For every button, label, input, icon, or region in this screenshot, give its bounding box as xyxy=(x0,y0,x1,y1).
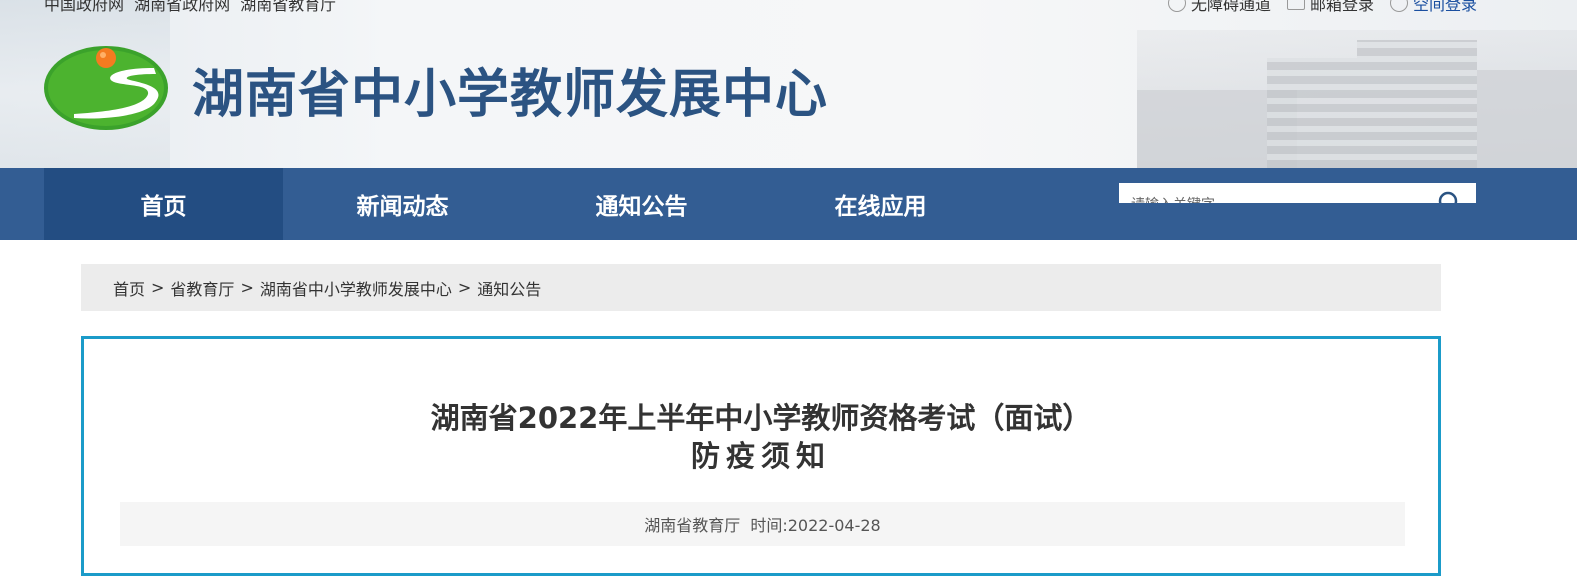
search-input[interactable] xyxy=(1119,185,1419,203)
breadcrumb-separator: > xyxy=(240,278,254,297)
header-banner: 中国政府网 湖南省政府网 湖南省教育厅 无障碍通道 邮箱登录 空间登录 湖南省中… xyxy=(0,0,1577,168)
gov-link[interactable]: 湖南省政府网 xyxy=(134,0,230,14)
gov-link[interactable]: 湖南省教育厅 xyxy=(240,0,336,14)
mail-login-label: 邮箱登录 xyxy=(1309,0,1374,14)
nav-item-notices[interactable]: 通知公告 xyxy=(522,168,761,240)
space-login-label: 空间登录 xyxy=(1412,0,1477,14)
mail-icon xyxy=(1286,0,1305,10)
breadcrumb-center[interactable]: 湖南省中小学教师发展中心 xyxy=(260,276,452,300)
article-title: 湖南省2022年上半年中小学教师资格考试（面试） 防疫须知 xyxy=(84,399,1438,475)
article-source: 湖南省教育厅 xyxy=(644,516,741,535)
nav-item-home[interactable]: 首页 xyxy=(44,168,283,240)
utility-links: 无障碍通道 邮箱登录 空间登录 xyxy=(1167,0,1477,15)
eye-icon xyxy=(1167,0,1186,12)
nav-item-news[interactable]: 新闻动态 xyxy=(283,168,522,240)
breadcrumb-notices[interactable]: 通知公告 xyxy=(477,276,541,300)
article-title-line1: 湖南省2022年上半年中小学教师资格考试（面试） xyxy=(430,401,1092,435)
gov-link[interactable]: 中国政府网 xyxy=(44,0,124,14)
site-logo[interactable] xyxy=(44,44,168,130)
breadcrumb-separator: > xyxy=(457,278,472,297)
breadcrumb-separator: > xyxy=(151,278,165,297)
time-label: 时间: xyxy=(750,516,788,535)
breadcrumb: 首页 > 省教育厅 > 湖南省中小学教师发展中心 > 通知公告 xyxy=(81,264,1441,311)
article-container: 湖南省2022年上半年中小学教师资格考试（面试） 防疫须知 湖南省教育厅 时间:… xyxy=(81,336,1441,576)
nav-item-online-apps[interactable]: 在线应用 xyxy=(761,168,1000,240)
accessibility-label: 无障碍通道 xyxy=(1190,0,1271,14)
breadcrumb-education-dept[interactable]: 省教育厅 xyxy=(170,276,234,300)
search-box xyxy=(1119,183,1476,203)
publish-date: 2022-04-28 xyxy=(787,516,881,535)
building-shape xyxy=(1357,40,1477,168)
article-time: 时间:2022-04-28 xyxy=(750,512,880,536)
banner-background-buildings xyxy=(1137,30,1577,168)
mail-login-link[interactable]: 邮箱登录 xyxy=(1286,0,1374,15)
building-shape xyxy=(1477,70,1577,168)
search-icon[interactable] xyxy=(1438,191,1462,203)
breadcrumb-home[interactable]: 首页 xyxy=(113,276,145,300)
main-navigation: 首页 新闻动态 通知公告 在线应用 xyxy=(0,168,1577,240)
building-shape xyxy=(1267,58,1357,168)
article-meta: 湖南省教育厅 时间:2022-04-28 xyxy=(120,502,1405,546)
gov-links: 中国政府网 湖南省政府网 湖南省教育厅 xyxy=(44,0,341,15)
user-icon xyxy=(1389,0,1408,12)
accessibility-link[interactable]: 无障碍通道 xyxy=(1167,0,1271,15)
site-title: 湖南省中小学教师发展中心 xyxy=(192,65,829,125)
space-login-link[interactable]: 空间登录 xyxy=(1389,0,1477,15)
article-title-line2: 防疫须知 xyxy=(690,439,831,473)
